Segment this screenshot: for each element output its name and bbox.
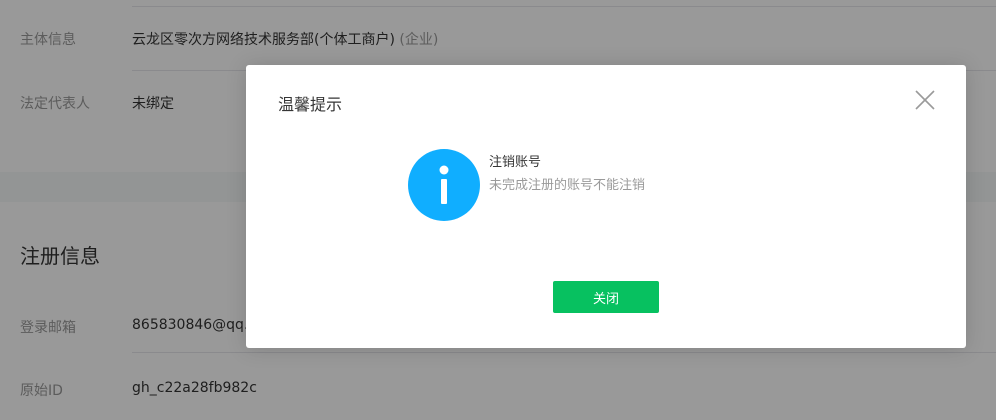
info-icon-glyph [439,165,449,204]
close-button[interactable]: 关闭 [553,281,659,313]
notice-dialog: 温馨提示 注销账号 未完成注册的账号不能注销 关闭 [246,65,966,348]
dialog-title: 温馨提示 [278,95,343,114]
close-icon[interactable] [913,88,937,112]
message-title: 注销账号 [489,155,542,170]
message-description: 未完成注册的账号不能注销 [489,178,646,193]
close-icon-glyph [915,90,935,110]
info-icon [408,149,480,221]
